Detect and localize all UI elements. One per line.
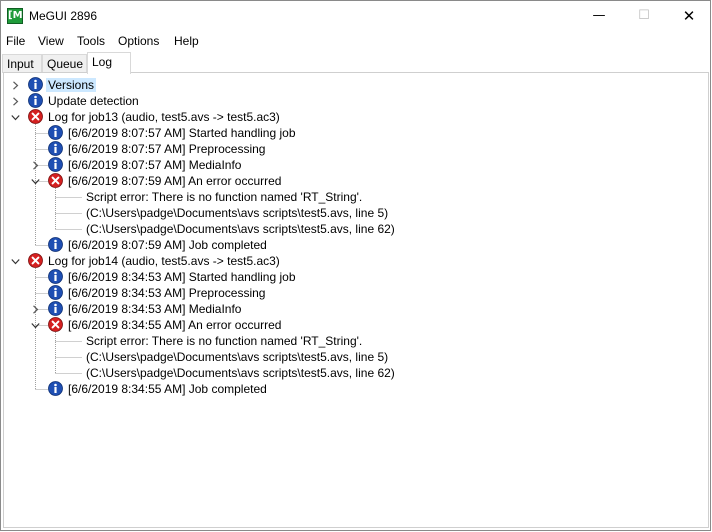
log-detail-node[interactable]: Script error: There is no function named… [4, 333, 704, 349]
node-label: [6/6/2019 8:07:57 AM] Preprocessing [68, 142, 266, 156]
node-label: (C:\Users\padge\Documents\avs scripts\te… [86, 206, 389, 220]
log-entry-node[interactable]: [6/6/2019 8:07:57 AM] Preprocessing [4, 141, 704, 157]
node-label: Log for job13 (audio, test5.avs -> test5… [48, 110, 280, 124]
maximize-button[interactable]: ☐ [621, 1, 667, 31]
log-group-node[interactable]: Update detection [4, 93, 704, 109]
log-group-node[interactable]: Versions [4, 77, 704, 93]
node-label: (C:\Users\padge\Documents\avs scripts\te… [86, 366, 395, 380]
menu-help[interactable]: Help [174, 34, 199, 48]
close-button[interactable]: ✕ [666, 1, 710, 31]
log-group-node[interactable]: Log for job13 (audio, test5.avs -> test5… [4, 109, 704, 125]
node-label: (C:\Users\padge\Documents\avs scripts\te… [86, 222, 395, 236]
log-entry-node[interactable]: [6/6/2019 8:07:57 AM] Started handling j… [4, 125, 704, 141]
log-detail-node[interactable]: (C:\Users\padge\Documents\avs scripts\te… [4, 205, 704, 221]
log-entry-node[interactable]: [6/6/2019 8:07:59 AM] Job completed [4, 237, 704, 253]
log-entry-node[interactable]: [6/6/2019 8:07:57 AM] MediaInfo [4, 157, 704, 173]
node-label: [6/6/2019 8:34:55 AM] An error occurred [68, 318, 282, 332]
log-group-node[interactable]: Log for job14 (audio, test5.avs -> test5… [4, 253, 704, 269]
tab-queue[interactable]: Queue [42, 54, 87, 73]
tab-strip: Input Queue Log [1, 52, 710, 74]
log-detail-node[interactable]: (C:\Users\padge\Documents\avs scripts\te… [4, 365, 704, 381]
info-icon [48, 381, 63, 396]
log-entry-node[interactable]: [6/6/2019 8:34:55 AM] Job completed [4, 381, 704, 397]
log-tree[interactable]: Versions Update detection Log for job13 (a… [3, 72, 709, 528]
tab-input[interactable]: Input [2, 54, 42, 73]
expand-arrow-icon[interactable] [11, 97, 20, 106]
info-icon [48, 157, 63, 172]
minimize-button[interactable]: — [576, 1, 622, 31]
log-entry-node[interactable]: [6/6/2019 8:34:53 AM] Started handling j… [4, 269, 704, 285]
info-icon [48, 301, 63, 316]
log-entry-node[interactable]: [6/6/2019 8:07:59 AM] An error occurred [4, 173, 704, 189]
node-label: Versions [46, 78, 97, 92]
info-icon [48, 269, 63, 284]
node-label: [6/6/2019 8:07:57 AM] MediaInfo [68, 158, 242, 172]
menu-bar: File View Tools Options Help [1, 32, 710, 52]
tab-log[interactable]: Log [87, 52, 131, 74]
log-detail-node[interactable]: (C:\Users\padge\Documents\avs scripts\te… [4, 221, 704, 237]
log-entry-node[interactable]: [6/6/2019 8:34:53 AM] MediaInfo [4, 301, 704, 317]
log-entry-node[interactable]: [6/6/2019 8:34:55 AM] An error occurred [4, 317, 704, 333]
collapse-arrow-icon[interactable] [31, 321, 40, 330]
window-title: MeGUI 2896 [29, 9, 98, 23]
menu-tools[interactable]: Tools [77, 34, 105, 48]
node-label: Log for job14 (audio, test5.avs -> test5… [48, 254, 280, 268]
title-bar[interactable]: [M] MeGUI 2896 — ☐ ✕ [1, 1, 710, 32]
info-icon [28, 77, 43, 92]
node-label: Script error: There is no function named… [86, 334, 363, 348]
menu-file[interactable]: File [6, 34, 25, 48]
node-label: [6/6/2019 8:07:59 AM] Job completed [68, 238, 267, 252]
expand-arrow-icon[interactable] [31, 161, 40, 170]
info-icon [48, 285, 63, 300]
node-label: [6/6/2019 8:34:53 AM] Started handling j… [68, 270, 296, 284]
info-icon [28, 93, 43, 108]
node-label: [6/6/2019 8:07:59 AM] An error occurred [68, 174, 282, 188]
error-icon [48, 317, 63, 332]
node-label: (C:\Users\padge\Documents\avs scripts\te… [86, 350, 389, 364]
main-window: [M] MeGUI 2896 — ☐ ✕ File View Tools Opt… [0, 0, 711, 531]
error-icon [28, 253, 43, 268]
node-label: Script error: There is no function named… [86, 190, 363, 204]
collapse-arrow-icon[interactable] [11, 257, 20, 266]
node-label: [6/6/2019 8:34:53 AM] MediaInfo [68, 302, 242, 316]
app-icon: [M] [7, 8, 27, 24]
expand-arrow-icon[interactable] [11, 81, 20, 90]
log-detail-node[interactable]: Script error: There is no function named… [4, 189, 704, 205]
error-icon [48, 173, 63, 188]
collapse-arrow-icon[interactable] [31, 177, 40, 186]
menu-view[interactable]: View [38, 34, 64, 48]
node-label: Update detection [48, 94, 139, 108]
info-icon [48, 237, 63, 252]
log-entry-node[interactable]: [6/6/2019 8:34:53 AM] Preprocessing [4, 285, 704, 301]
collapse-arrow-icon[interactable] [11, 113, 20, 122]
node-label: [6/6/2019 8:34:53 AM] Preprocessing [68, 286, 266, 300]
menu-options[interactable]: Options [118, 34, 159, 48]
info-icon [48, 141, 63, 156]
node-label: [6/6/2019 8:34:55 AM] Job completed [68, 382, 267, 396]
expand-arrow-icon[interactable] [31, 305, 40, 314]
error-icon [28, 109, 43, 124]
log-detail-node[interactable]: (C:\Users\padge\Documents\avs scripts\te… [4, 349, 704, 365]
info-icon [48, 125, 63, 140]
node-label: [6/6/2019 8:07:57 AM] Started handling j… [68, 126, 296, 140]
